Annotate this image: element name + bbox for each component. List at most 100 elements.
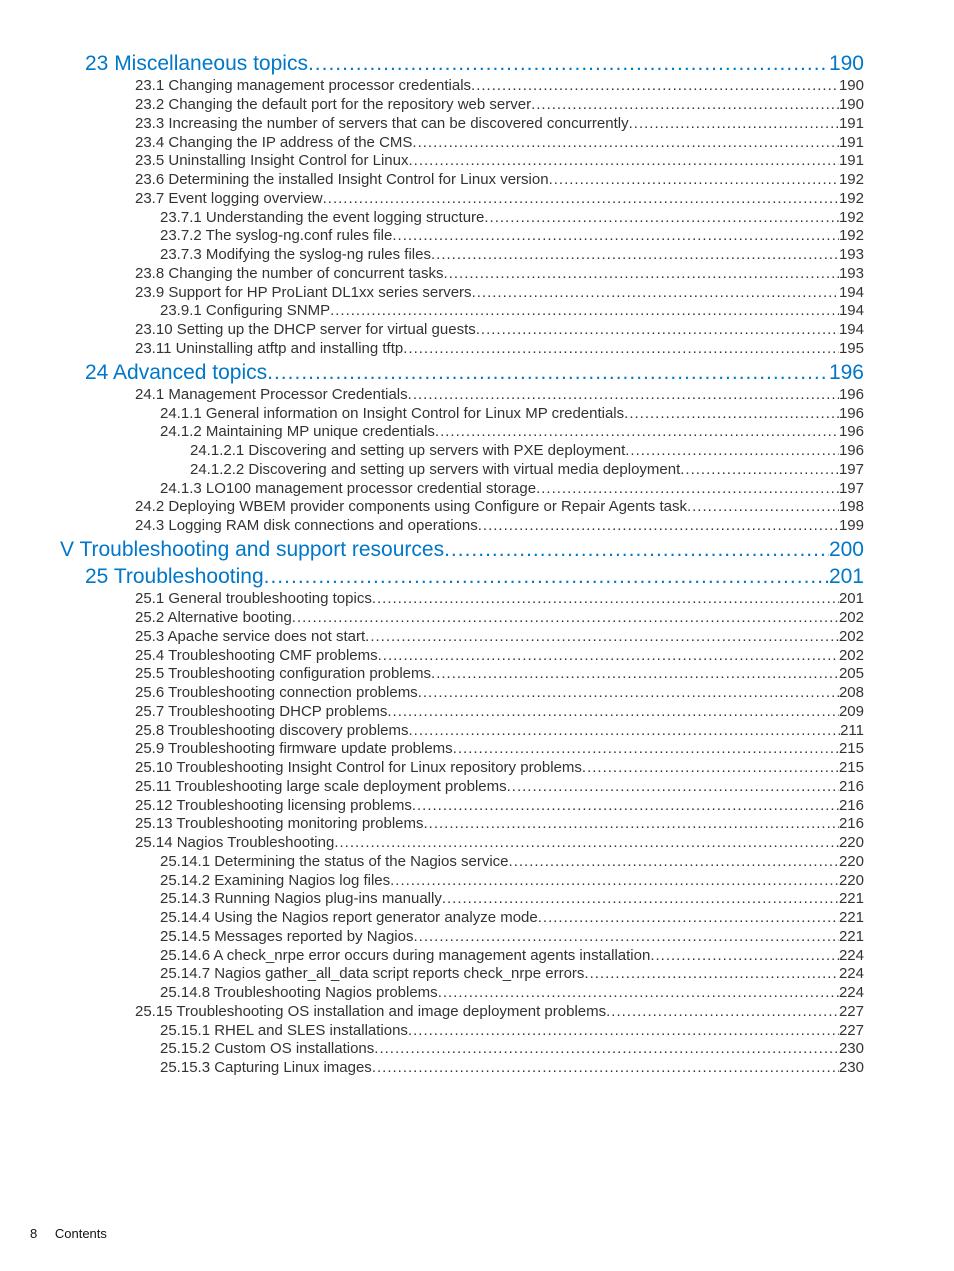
- toc-dots: ........................................…: [392, 227, 839, 246]
- toc-entry[interactable]: 25.14.7 Nagios gather_all_data script re…: [30, 965, 864, 984]
- toc-entry[interactable]: 23.10 Setting up the DHCP server for vir…: [30, 321, 864, 340]
- toc-entry[interactable]: 25.9 Troubleshooting firmware update pro…: [30, 740, 864, 759]
- toc-entry-title: 25.14 Nagios Troubleshooting: [135, 834, 334, 853]
- toc-entry[interactable]: 25.6 Troubleshooting connection problems…: [30, 684, 864, 703]
- toc-entry[interactable]: 24.1.3 LO100 management processor creden…: [30, 480, 864, 499]
- toc-entry[interactable]: 25.14.8 Troubleshooting Nagios problems.…: [30, 984, 864, 1003]
- toc-entry[interactable]: 24.1.2.1 Discovering and setting up serv…: [30, 442, 864, 461]
- toc-entry-page: 196: [839, 386, 864, 405]
- toc-entry[interactable]: 25.14.5 Messages reported by Nagios.....…: [30, 928, 864, 947]
- toc-entry[interactable]: 23.6 Determining the installed Insight C…: [30, 171, 864, 190]
- toc-entry-title: 23.11 Uninstalling atftp and installing …: [135, 340, 403, 359]
- toc-entry-page: 215: [839, 759, 864, 778]
- toc-entry[interactable]: 23.11 Uninstalling atftp and installing …: [30, 340, 864, 359]
- toc-dots: ........................................…: [606, 1003, 839, 1022]
- toc-entry-page: 201: [829, 564, 864, 590]
- toc-entry[interactable]: 25.3 Apache service does not start......…: [30, 628, 864, 647]
- toc-entry[interactable]: 25.4 Troubleshooting CMF problems.......…: [30, 647, 864, 666]
- toc-entry[interactable]: 25.14.6 A check_nrpe error occurs during…: [30, 947, 864, 966]
- toc-entry[interactable]: 25.12 Troubleshooting licensing problems…: [30, 797, 864, 816]
- toc-entry[interactable]: 25.15 Troubleshooting OS installation an…: [30, 1003, 864, 1022]
- toc-entry[interactable]: 25.2 Alternative booting................…: [30, 609, 864, 628]
- toc-entry-page: 202: [839, 609, 864, 628]
- toc-dots: ........................................…: [507, 778, 839, 797]
- toc-entry[interactable]: 23.2 Changing the default port for the r…: [30, 96, 864, 115]
- toc-entry[interactable]: 25.11 Troubleshooting large scale deploy…: [30, 778, 864, 797]
- toc-dots: ........................................…: [292, 609, 839, 628]
- toc-entry[interactable]: 23.9.1 Configuring SNMP.................…: [30, 302, 864, 321]
- toc-dots: ........................................…: [531, 96, 839, 115]
- toc-dots: ........................................…: [680, 461, 839, 480]
- toc-entry[interactable]: 24.2 Deploying WBEM provider components …: [30, 498, 864, 517]
- toc-entry[interactable]: 25.14.1 Determining the status of the Na…: [30, 853, 864, 872]
- toc-entry[interactable]: 24.1.2.2 Discovering and setting up serv…: [30, 461, 864, 480]
- toc-entry[interactable]: 24.3 Logging RAM disk connections and op…: [30, 517, 864, 536]
- footer-page-number: 8: [30, 1226, 37, 1241]
- toc-entry[interactable]: 23.8 Changing the number of concurrent t…: [30, 265, 864, 284]
- toc-dots: ........................................…: [687, 498, 839, 517]
- toc-dots: ........................................…: [409, 152, 839, 171]
- toc-entry[interactable]: 23.4 Changing the IP address of the CMS …: [30, 134, 864, 153]
- toc-dots: ........................................…: [484, 209, 839, 228]
- toc-entry[interactable]: 25.13 Troubleshooting monitoring problem…: [30, 815, 864, 834]
- toc-dots: ........................................…: [444, 537, 829, 563]
- toc-entry-page: 196: [829, 360, 864, 386]
- toc-entry-title: 25.14.1 Determining the status of the Na…: [160, 853, 509, 872]
- toc-entry[interactable]: 25.8 Troubleshooting discovery problems.…: [30, 722, 864, 741]
- toc-dots: ........................................…: [308, 51, 829, 77]
- toc-entry-page: 199: [839, 517, 864, 536]
- toc-entry[interactable]: 24.1 Management Processor Credentials...…: [30, 386, 864, 405]
- toc-entry-page: 224: [839, 984, 864, 1003]
- toc-entry[interactable]: 25.15.3 Capturing Linux images..........…: [30, 1059, 864, 1078]
- toc-entry-page: 192: [839, 227, 864, 246]
- toc-entry[interactable]: 25.1 General troubleshooting topics.....…: [30, 590, 864, 609]
- toc-entry[interactable]: 23.7.1 Understanding the event logging s…: [30, 209, 864, 228]
- toc-dots: ........................................…: [629, 115, 839, 134]
- toc-entry[interactable]: 25.15.1 RHEL and SLES installations.....…: [30, 1022, 864, 1041]
- toc-entry-title: 25.14.2 Examining Nagios log files: [160, 872, 390, 891]
- toc-entry-page: 201: [839, 590, 864, 609]
- toc-entry[interactable]: 25.14.2 Examining Nagios log files......…: [30, 872, 864, 891]
- toc-entry[interactable]: 23.7.3 Modifying the syslog-ng rules fil…: [30, 246, 864, 265]
- toc-entry[interactable]: 23 Miscellaneous topics.................…: [30, 51, 864, 77]
- toc-entry-page: 200: [829, 537, 864, 563]
- toc-dots: ........................................…: [372, 1059, 839, 1078]
- toc-entry-title: 23.9.1 Configuring SNMP: [160, 302, 330, 321]
- toc-entry[interactable]: 25.7 Troubleshooting DHCP problems......…: [30, 703, 864, 722]
- toc-entry[interactable]: 23.3 Increasing the number of servers th…: [30, 115, 864, 134]
- toc-entry[interactable]: 24.1.2 Maintaining MP unique credentials…: [30, 423, 864, 442]
- toc-entry-page: 191: [839, 134, 864, 153]
- toc-entry[interactable]: 25.14.4 Using the Nagios report generato…: [30, 909, 864, 928]
- toc-entry[interactable]: 23.1 Changing management processor crede…: [30, 77, 864, 96]
- toc-entry[interactable]: 25 Troubleshooting......................…: [30, 564, 864, 590]
- toc-entry-title: 25.10 Troubleshooting Insight Control fo…: [135, 759, 582, 778]
- toc-dots: ........................................…: [442, 890, 839, 909]
- toc-entry-page: 221: [839, 928, 864, 947]
- toc-entry[interactable]: 24.1.1 General information on Insight Co…: [30, 405, 864, 424]
- toc-entry[interactable]: 24 Advanced topics......................…: [30, 360, 864, 386]
- toc-entry[interactable]: 25.14 Nagios Troubleshooting............…: [30, 834, 864, 853]
- toc-dots: ........................................…: [472, 284, 839, 303]
- toc-entry[interactable]: 25.10 Troubleshooting Insight Control fo…: [30, 759, 864, 778]
- toc-entry[interactable]: 23.9 Support for HP ProLiant DL1xx serie…: [30, 284, 864, 303]
- toc-dots: ........................................…: [264, 564, 829, 590]
- toc-dots: ........................................…: [413, 928, 838, 947]
- toc-dots: ........................................…: [378, 647, 839, 666]
- toc-entry-title: 24 Advanced topics: [85, 360, 267, 386]
- toc-entry[interactable]: 23.7.2 The syslog-ng.conf rules file....…: [30, 227, 864, 246]
- toc-entry-page: 194: [839, 321, 864, 340]
- toc-dots: ........................................…: [538, 909, 839, 928]
- toc-entry[interactable]: 23.7 Event logging overview.............…: [30, 190, 864, 209]
- toc-entry-title: 23.6 Determining the installed Insight C…: [135, 171, 549, 190]
- toc-entry[interactable]: 25.5 Troubleshooting configuration probl…: [30, 665, 864, 684]
- toc-entry-page: 198: [839, 498, 864, 517]
- toc-entry-page: 230: [839, 1040, 864, 1059]
- toc-entry[interactable]: 23.5 Uninstalling Insight Control for Li…: [30, 152, 864, 171]
- toc-entry[interactable]: 25.14.3 Running Nagios plug-ins manually…: [30, 890, 864, 909]
- toc-dots: ........................................…: [471, 77, 839, 96]
- toc-dots: ........................................…: [438, 984, 839, 1003]
- toc-entry[interactable]: 25.15.2 Custom OS installations.........…: [30, 1040, 864, 1059]
- toc-dots: ........................................…: [387, 703, 839, 722]
- toc-entry[interactable]: V Troubleshooting and support resources.…: [30, 537, 864, 563]
- toc-entry-title: 25.4 Troubleshooting CMF problems: [135, 647, 378, 666]
